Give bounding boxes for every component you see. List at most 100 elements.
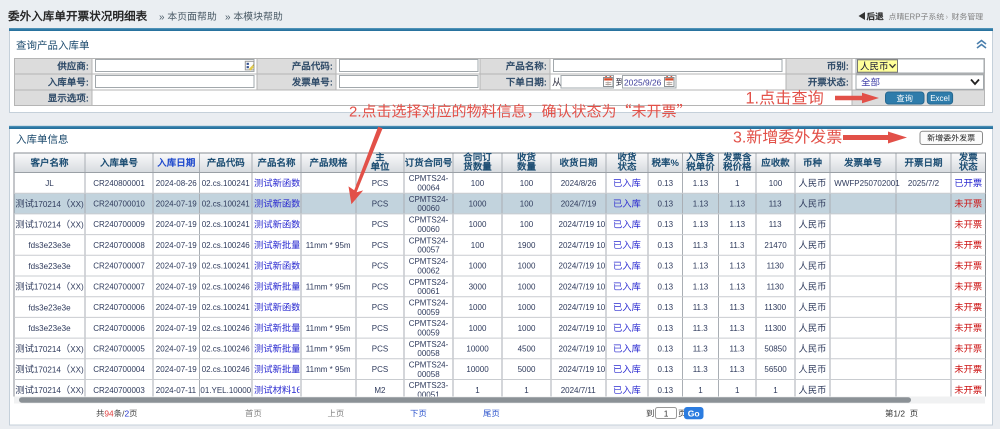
svg-text:CPMTS24-: CPMTS24- — [409, 278, 449, 287]
svg-text:0.13: 0.13 — [658, 200, 674, 209]
svg-text:2024/7/19 10: 2024/7/19 10 — [559, 241, 606, 250]
svg-text:2024/7/19 10: 2024/7/19 10 — [559, 324, 606, 333]
svg-text:2024-07-19: 2024-07-19 — [156, 282, 197, 291]
svg-text:1.13: 1.13 — [730, 200, 746, 209]
svg-text:CPMTS24-: CPMTS24- — [409, 340, 449, 349]
svg-text:100: 100 — [769, 179, 783, 188]
svg-text:1000: 1000 — [518, 303, 536, 312]
svg-text:11.3: 11.3 — [730, 241, 746, 250]
svg-text:00061: 00061 — [417, 287, 440, 296]
svg-text:CR240700005: CR240700005 — [93, 345, 145, 354]
svg-text:21470: 21470 — [764, 241, 787, 250]
svg-text:CR240700010: CR240700010 — [93, 200, 145, 209]
svg-text:00059: 00059 — [417, 328, 440, 337]
svg-text:100: 100 — [520, 220, 534, 229]
svg-text:PCS: PCS — [372, 324, 388, 333]
svg-text::: : — [330, 61, 333, 72]
svg-text:2024/7/19 10: 2024/7/19 10 — [559, 345, 606, 354]
svg-text:1.13: 1.13 — [693, 179, 709, 188]
svg-text:CPMTS24-: CPMTS24- — [409, 298, 449, 307]
svg-text:1000: 1000 — [469, 220, 487, 229]
svg-text:1.13: 1.13 — [693, 282, 709, 291]
svg-text:0.13: 0.13 — [658, 345, 674, 354]
svg-text:2: 2 — [125, 408, 130, 418]
svg-text:11.3: 11.3 — [730, 365, 746, 374]
svg-text:0.13: 0.13 — [658, 324, 674, 333]
svg-text:2.: 2. — [349, 104, 362, 121]
svg-text:02.cs.100246: 02.cs.100246 — [202, 345, 251, 354]
svg-text:2024-07-19: 2024-07-19 — [156, 220, 197, 229]
svg-text:0.13: 0.13 — [658, 241, 674, 250]
svg-text:fds3e23e3e: fds3e23e3e — [28, 262, 71, 271]
svg-text:fds3e23e3e: fds3e23e3e — [28, 241, 71, 250]
svg-text:3000: 3000 — [469, 282, 487, 291]
svg-text:PCS: PCS — [372, 303, 388, 312]
svg-text:CR240700008: CR240700008 — [93, 241, 145, 250]
svg-text:0.13: 0.13 — [658, 386, 674, 395]
svg-text:11.3: 11.3 — [693, 365, 709, 374]
svg-text:100: 100 — [471, 179, 485, 188]
svg-text:fds3e23e3e: fds3e23e3e — [28, 303, 71, 312]
svg-text:1000: 1000 — [469, 324, 487, 333]
svg-text:02.cs.100241: 02.cs.100241 — [202, 179, 251, 188]
svg-text:1.13: 1.13 — [693, 200, 709, 209]
svg-text:11.3: 11.3 — [730, 303, 746, 312]
svg-text:11.3: 11.3 — [693, 241, 709, 250]
svg-text::: : — [846, 77, 849, 88]
svg-text:PCS: PCS — [372, 220, 388, 229]
svg-text:CPMTS24-: CPMTS24- — [409, 361, 449, 370]
svg-text::: : — [86, 61, 89, 72]
svg-text:11mm * 95m: 11mm * 95m — [306, 282, 351, 291]
svg-text:02.cs.100246: 02.cs.100246 — [202, 324, 251, 333]
svg-text:»: » — [225, 12, 231, 23]
svg-text:11300: 11300 — [764, 324, 786, 333]
svg-text:100: 100 — [520, 200, 534, 209]
svg-text:02.cs.100241: 02.cs.100241 — [202, 262, 251, 271]
svg-text:2024-07-19: 2024-07-19 — [156, 241, 197, 250]
svg-text:11.3: 11.3 — [693, 345, 709, 354]
svg-text:2024/7/19 10: 2024/7/19 10 — [559, 262, 606, 271]
svg-text:01.YEL.10000: 01.YEL.10000 — [200, 386, 251, 395]
svg-text:XX): XX) — [70, 283, 84, 292]
svg-text:XX): XX) — [70, 345, 84, 354]
svg-text:94: 94 — [104, 408, 114, 418]
svg-text:CPMTS24-: CPMTS24- — [409, 319, 449, 328]
svg-text:100: 100 — [520, 179, 534, 188]
svg-text:11.3: 11.3 — [693, 324, 709, 333]
svg-text:1130: 1130 — [767, 282, 785, 291]
svg-text:1900: 1900 — [518, 241, 536, 250]
svg-text:CR240700009: CR240700009 — [93, 220, 145, 229]
svg-text:1: 1 — [735, 386, 740, 395]
svg-text::: : — [846, 61, 849, 72]
svg-text:00057: 00057 — [417, 246, 440, 255]
svg-text:11mm * 95m: 11mm * 95m — [306, 365, 351, 374]
svg-text:1: 1 — [664, 408, 669, 418]
svg-text:CR240700006: CR240700006 — [93, 324, 145, 333]
svg-text:4500: 4500 — [518, 345, 536, 354]
svg-text:2024/7/19 10: 2024/7/19 10 — [559, 220, 606, 229]
svg-text:0.13: 0.13 — [658, 303, 674, 312]
svg-text:2024/8/26: 2024/8/26 — [561, 179, 597, 188]
svg-text:2024-07-19: 2024-07-19 — [156, 324, 197, 333]
svg-text:170214: 170214 — [34, 386, 61, 395]
svg-text:1000: 1000 — [518, 324, 536, 333]
svg-text:3.: 3. — [733, 130, 746, 147]
svg-text:JL: JL — [45, 179, 54, 188]
svg-text:CR240800001: CR240800001 — [93, 179, 145, 188]
svg-text:10000: 10000 — [466, 345, 489, 354]
svg-text:11mm * 95m: 11mm * 95m — [306, 241, 351, 250]
svg-text:2024-07-19: 2024-07-19 — [156, 345, 197, 354]
svg-text:PCS: PCS — [372, 200, 388, 209]
svg-text:113: 113 — [769, 220, 782, 229]
svg-text:00060: 00060 — [417, 225, 440, 234]
svg-text:CPMTS23-: CPMTS23- — [409, 381, 449, 390]
svg-text:1000: 1000 — [469, 303, 487, 312]
svg-text:1.: 1. — [746, 90, 760, 108]
svg-text::: : — [544, 61, 547, 72]
svg-text:1000: 1000 — [518, 262, 536, 271]
svg-text:Go: Go — [688, 408, 700, 418]
svg-text:Excel: Excel — [930, 94, 950, 103]
svg-text:0.13: 0.13 — [658, 220, 674, 229]
svg-text:02.cs.100246: 02.cs.100246 — [202, 365, 251, 374]
svg-text:PCS: PCS — [372, 262, 388, 271]
